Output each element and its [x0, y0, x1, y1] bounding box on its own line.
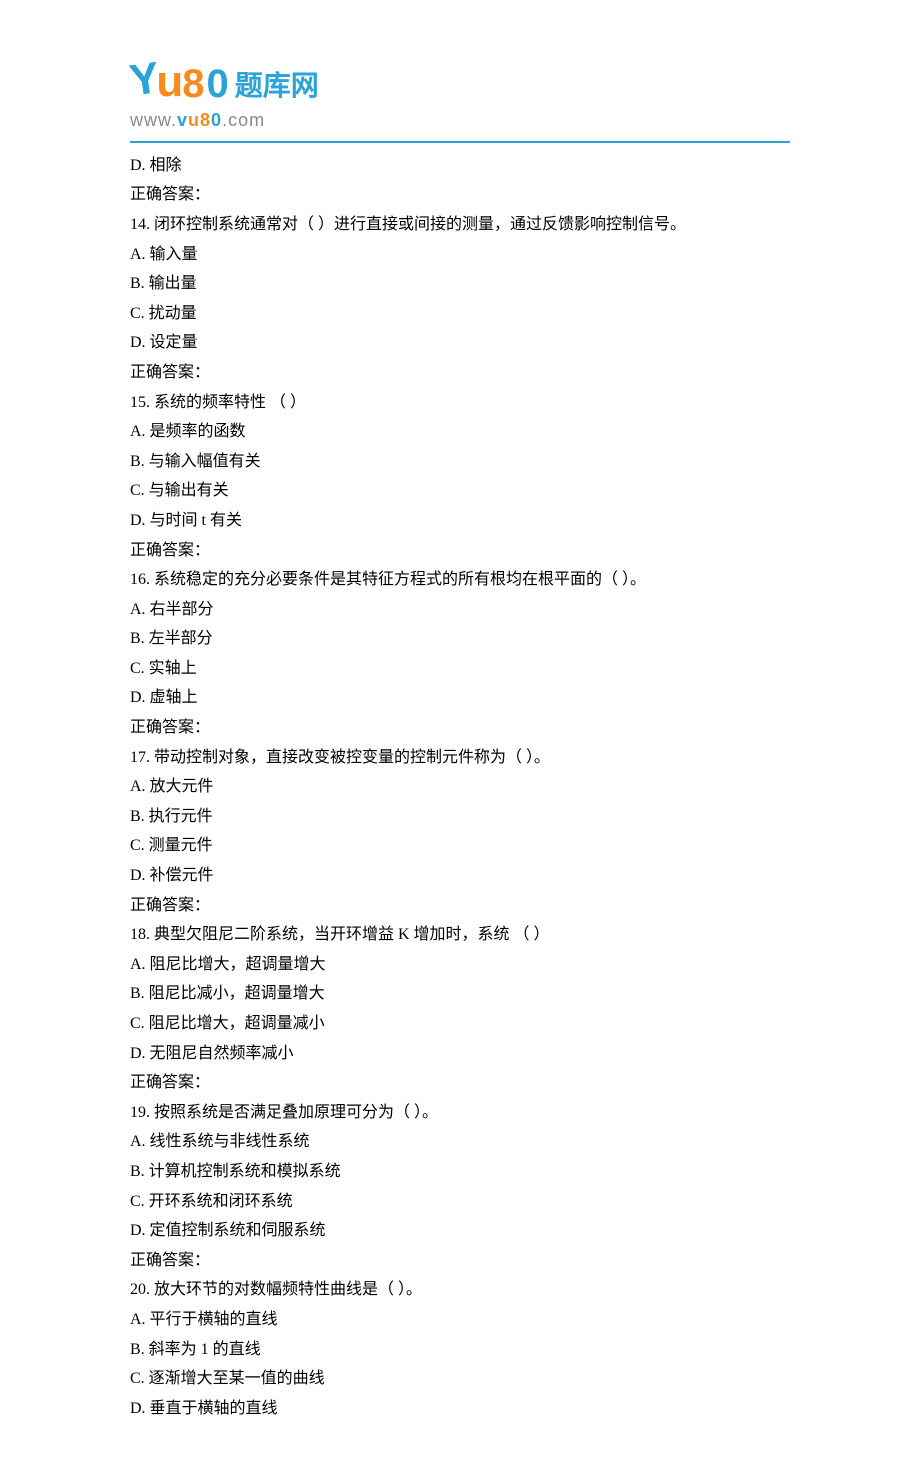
question-option: C. 实轴上	[130, 654, 790, 684]
question-option: C. 逐渐增大至某一值的曲线	[130, 1364, 790, 1394]
question-option: D. 与时间 t 有关	[130, 506, 790, 536]
url-prefix: www.	[130, 110, 177, 130]
question-option: C. 阻尼比增大，超调量减小	[130, 1009, 790, 1039]
url-8: 8	[200, 110, 211, 130]
question-option: D. 补偿元件	[130, 861, 790, 891]
question-option: B. 计算机控制系统和模拟系统	[130, 1157, 790, 1187]
question-option: B. 执行元件	[130, 802, 790, 832]
question-stem: 17. 带动控制对象，直接改变被控变量的控制元件称为（ ）。	[130, 743, 790, 773]
question-option: B. 阻尼比减小，超调量增大	[130, 979, 790, 1009]
header-divider	[130, 141, 790, 143]
question-option: D. 定值控制系统和伺服系统	[130, 1216, 790, 1246]
url-suffix: .com	[222, 110, 265, 130]
question-option: A. 平行于横轴的直线	[130, 1305, 790, 1335]
question-option: B. 输出量	[130, 269, 790, 299]
question-option: C. 测量元件	[130, 831, 790, 861]
question-option: B. 与输入幅值有关	[130, 447, 790, 477]
logo-yu-icon: Yu	[130, 60, 180, 104]
question-option: D. 无阻尼自然频率减小	[130, 1039, 790, 1069]
logo-brand-text: 题库网	[235, 72, 319, 100]
url-0: 0	[211, 110, 222, 130]
question-option: A. 是频率的函数	[130, 417, 790, 447]
question-stem: 15. 系统的频率特性 （ ）	[130, 388, 790, 418]
question-stem: 20. 放大环节的对数幅频特性曲线是（ ）。	[130, 1275, 790, 1305]
question-stem: 14. 闭环控制系统通常对（ ）进行直接或间接的测量，通过反馈影响控制信号。	[130, 210, 790, 240]
logo-digit-8: 8	[182, 64, 204, 104]
question-stem: 16. 系统稳定的充分必要条件是其特征方程式的所有根均在根平面的（ ）。	[130, 565, 790, 595]
document-content: D. 相除正确答案：14. 闭环控制系统通常对（ ）进行直接或间接的测量，通过反…	[130, 151, 790, 1424]
question-option: A. 输入量	[130, 240, 790, 270]
question-option: A. 右半部分	[130, 595, 790, 625]
answer-label: 正确答案：	[130, 1246, 790, 1276]
question-option: C. 开环系统和闭环系统	[130, 1187, 790, 1217]
question-option: A. 阻尼比增大，超调量增大	[130, 950, 790, 980]
url-v: v	[177, 110, 188, 130]
answer-label: 正确答案：	[130, 713, 790, 743]
question-stem: 19. 按照系统是否满足叠加原理可分为（ ）。	[130, 1098, 790, 1128]
text-line: D. 相除	[130, 151, 790, 181]
question-option: B. 斜率为 1 的直线	[130, 1335, 790, 1365]
url-u: u	[188, 110, 200, 130]
answer-label: 正确答案：	[130, 891, 790, 921]
question-option: D. 虚轴上	[130, 683, 790, 713]
text-line: 正确答案：	[130, 180, 790, 210]
question-option: D. 设定量	[130, 328, 790, 358]
logo-url: www.vu80.com	[130, 106, 790, 135]
question-option: D. 垂直于横轴的直线	[130, 1394, 790, 1424]
logo-graphic: Yu 8 0 题库网	[130, 60, 790, 104]
answer-label: 正确答案：	[130, 358, 790, 388]
site-logo: Yu 8 0 题库网 www.vu80.com	[130, 60, 790, 135]
question-option: A. 放大元件	[130, 772, 790, 802]
answer-label: 正确答案：	[130, 1068, 790, 1098]
question-option: C. 扰动量	[130, 299, 790, 329]
answer-label: 正确答案：	[130, 536, 790, 566]
logo-digit-0: 0	[207, 64, 229, 104]
question-option: B. 左半部分	[130, 624, 790, 654]
question-option: C. 与输出有关	[130, 476, 790, 506]
question-option: A. 线性系统与非线性系统	[130, 1127, 790, 1157]
question-stem: 18. 典型欠阻尼二阶系统，当开环增益 K 增加时，系统 （ ）	[130, 920, 790, 950]
